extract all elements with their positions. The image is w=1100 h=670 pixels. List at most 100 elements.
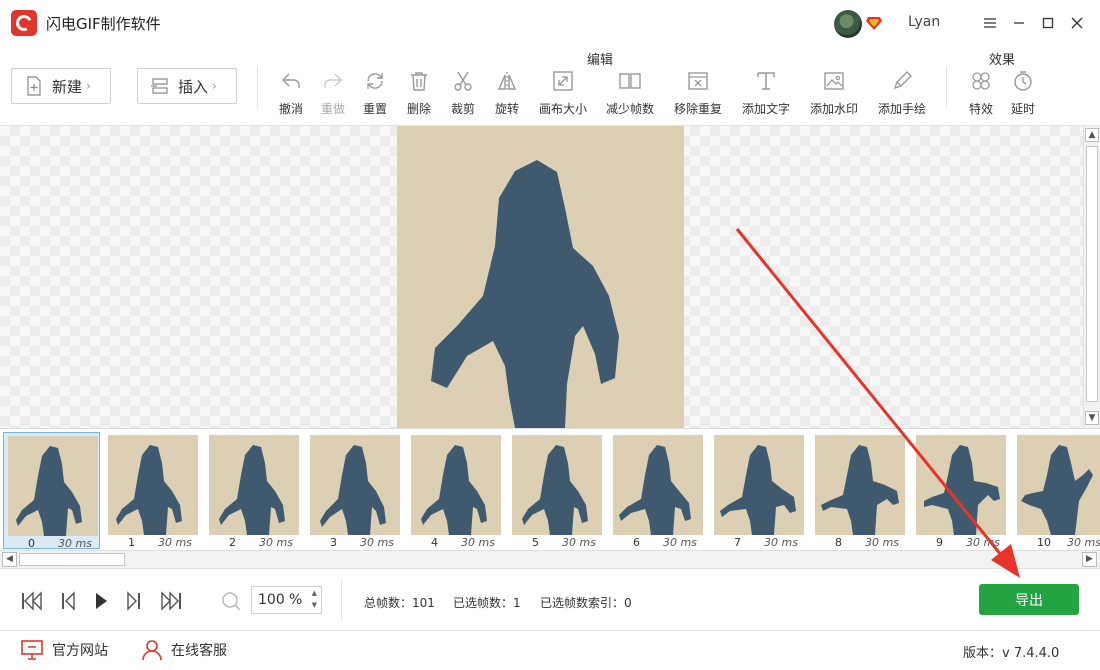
flip-icon [497, 72, 517, 91]
watermark-icon [824, 72, 844, 90]
effects-button[interactable]: 特效 [968, 70, 994, 120]
undo-button[interactable]: 撤消 [278, 70, 304, 120]
frame-item[interactable]: 8 30 ms [811, 432, 908, 549]
reset-button[interactable]: 重置 [362, 70, 388, 120]
canvas-size-button[interactable]: 画布大小 [538, 70, 588, 120]
rotate-button[interactable]: 旋转 [494, 70, 520, 120]
new-file-icon [27, 76, 41, 96]
frame-duration[interactable]: 30 ms [663, 536, 697, 549]
scroll-thumb[interactable] [1086, 146, 1098, 402]
frame-item[interactable]: 4 30 ms [407, 432, 504, 549]
app-logo-icon [11, 10, 37, 36]
minimize-icon[interactable] [1008, 12, 1030, 34]
frame-duration[interactable]: 30 ms [865, 536, 899, 549]
horizontal-scrollbar[interactable]: ◀ ▶ [0, 550, 1100, 568]
frame-item[interactable]: 10 30 ms [1013, 432, 1100, 549]
frame-duration[interactable]: 30 ms [158, 536, 192, 549]
new-button[interactable]: 新建 › [11, 68, 111, 104]
first-frame-button[interactable] [20, 590, 44, 612]
frame-item[interactable]: 7 30 ms [710, 432, 807, 549]
reduce-frames-icon [619, 73, 641, 89]
app-title: 闪电GIF制作软件 [46, 15, 161, 33]
chevron-right-icon: › [212, 79, 217, 93]
next-frame-button[interactable] [122, 590, 146, 612]
frame-index: 8 [835, 536, 842, 549]
frame-duration[interactable]: 30 ms [259, 536, 293, 549]
frame-filmstrip: 0 30 ms 1 30 ms 2 30 ms 3 30 ms 4 30 ms … [0, 428, 1100, 550]
vip-diamond-icon[interactable] [866, 16, 882, 30]
redo-label: 重做 [320, 102, 345, 116]
frame-thumbnail [512, 435, 602, 535]
menu-icon[interactable] [979, 12, 1001, 34]
frame-duration[interactable]: 30 ms [360, 536, 394, 549]
new-button-label: 新建 [52, 77, 83, 96]
toolbar-divider [946, 66, 947, 108]
scroll-left-icon[interactable]: ◀ [2, 552, 17, 567]
frame-duration[interactable]: 30 ms [562, 536, 596, 549]
last-frame-button[interactable] [159, 590, 183, 612]
zoom-up-icon[interactable]: ▲ [312, 589, 317, 597]
zoom-value[interactable]: 100 [258, 592, 285, 608]
scroll-right-icon[interactable]: ▶ [1082, 552, 1097, 567]
delay-button[interactable]: 延时 [1010, 70, 1036, 120]
edit-group-label: 编辑 [587, 53, 614, 68]
step-back-icon [62, 591, 75, 611]
delete-button[interactable]: 删除 [406, 70, 432, 120]
frame-thumbnail [1017, 435, 1100, 535]
footer: 官方网站 在线客服 版本：v 7.4.4.0 [0, 630, 1100, 670]
zoom-stepper[interactable]: 100 % ▲ ▼ [251, 586, 322, 614]
reset-icon [367, 73, 383, 89]
user-avatar[interactable] [834, 10, 862, 38]
redo-button[interactable]: 重做 [320, 70, 346, 120]
frame-index: 1 [128, 536, 135, 549]
frame-item[interactable]: 9 30 ms [912, 432, 1009, 549]
add-drawing-button[interactable]: 添加手绘 [877, 70, 927, 120]
monitor-icon [21, 640, 43, 660]
scroll-up-icon[interactable]: ▲ [1085, 128, 1099, 142]
frame-item[interactable]: 3 30 ms [306, 432, 403, 549]
support-link[interactable]: 在线客服 [141, 639, 227, 661]
frame-item[interactable]: 5 30 ms [508, 432, 605, 549]
frame-duration[interactable]: 30 ms [966, 536, 1000, 549]
add-text-label: 添加文字 [741, 102, 790, 116]
website-link[interactable]: 官方网站 [20, 639, 108, 661]
vertical-scrollbar[interactable]: ▲ ▼ [1083, 126, 1100, 428]
frame-item[interactable]: 1 30 ms [104, 432, 201, 549]
rotate-label: 旋转 [494, 102, 519, 116]
reduce-frames-button[interactable]: 减少帧数 [605, 70, 655, 120]
zoom-button[interactable] [219, 590, 243, 612]
frame-duration[interactable]: 30 ms [764, 536, 798, 549]
reset-label: 重置 [362, 102, 387, 116]
frame-index: 4 [431, 536, 438, 549]
previous-frame-button[interactable] [56, 590, 80, 612]
export-button[interactable]: 导出 [979, 584, 1079, 615]
zoom-unit: % [289, 592, 303, 608]
add-text-button[interactable]: 添加文字 [741, 70, 791, 120]
frame-duration[interactable]: 30 ms [461, 536, 495, 549]
frame-item[interactable]: 6 30 ms [609, 432, 706, 549]
remove-duplicate-icon [688, 72, 708, 90]
frame-thumbnail [815, 435, 905, 535]
scroll-thumb[interactable] [19, 553, 125, 566]
zoom-down-icon[interactable]: ▼ [312, 601, 317, 609]
maximize-icon[interactable] [1037, 12, 1059, 34]
frame-index: 10 [1037, 536, 1051, 549]
remove-duplicate-button[interactable]: 移除重复 [673, 70, 723, 120]
crop-button[interactable]: 裁剪 [450, 70, 476, 120]
frame-item[interactable]: 2 30 ms [205, 432, 302, 549]
play-button[interactable] [89, 590, 113, 612]
preview-canvas[interactable] [0, 126, 1083, 428]
username[interactable]: Lyan [908, 14, 940, 30]
close-icon[interactable] [1066, 12, 1088, 34]
selected-frame-index: 已选帧数索引：0 [540, 596, 632, 610]
frame-thumbnail [916, 435, 1006, 535]
add-watermark-button[interactable]: 添加水印 [809, 70, 859, 120]
frame-duration[interactable]: 30 ms [58, 537, 92, 550]
toolbar: 新建 › 插入 › 编辑 效果 撤消 重做 重置 删除 裁剪 旋转 画布大小 减… [0, 46, 1100, 126]
frame-duration[interactable]: 30 ms [1067, 536, 1100, 549]
skip-to-end-icon [161, 591, 181, 611]
insert-button[interactable]: 插入 › [137, 68, 237, 104]
scroll-down-icon[interactable]: ▼ [1085, 411, 1099, 425]
frame-item[interactable]: 0 30 ms [3, 432, 100, 550]
frame-index: 7 [734, 536, 741, 549]
